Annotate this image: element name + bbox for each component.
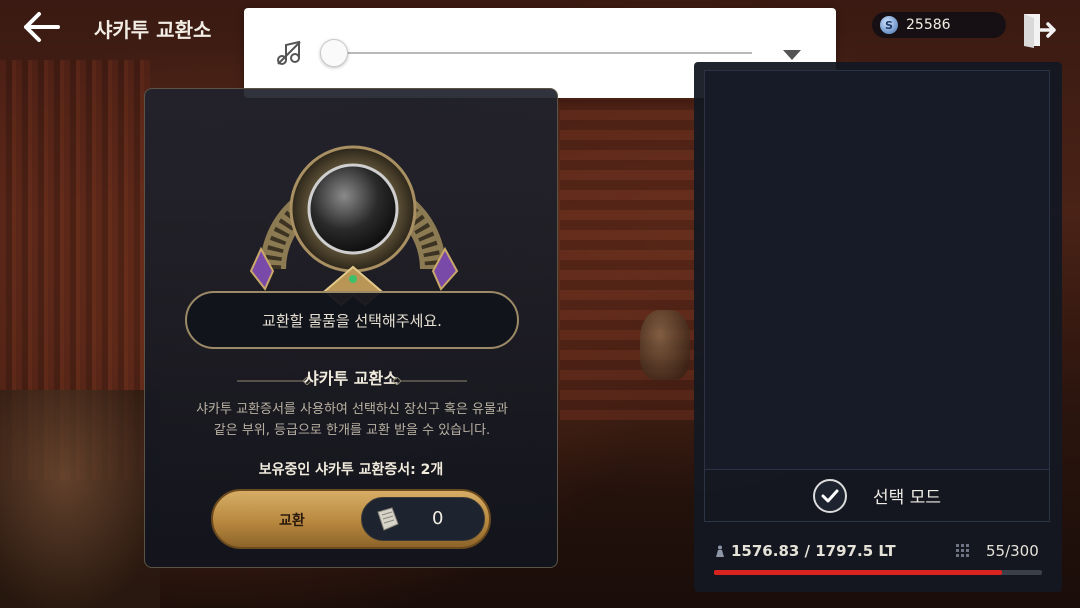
arrow-left-icon [24,12,60,42]
slots-display: 55/300 [956,542,1039,560]
description-line: 같은 부위, 등급으로 한개를 교환 받을 수 있습니다. [213,423,491,438]
exchange-button-label: 교환 [279,513,305,529]
exchange-button[interactable]: 교환 0 [211,489,491,549]
background-pillow [0,390,160,608]
weight-progress-fill [714,570,1002,575]
volume-slider-thumb[interactable] [320,39,348,67]
silver-coin-icon: S [880,16,898,34]
inventory-grid[interactable] [704,70,1050,470]
description-line: 샤카투 교환증서를 사용하여 선택하신 장신구 혹은 유물과 [196,402,508,417]
volume-slider-track[interactable] [334,52,752,54]
scroll-icon [377,507,399,531]
chevron-down-icon [783,50,801,60]
select-item-prompt[interactable]: 교환할 물품을 선택해주세요. [185,291,519,349]
exchange-emblem-icon [249,145,459,307]
background-vase [640,310,690,380]
checkmark-icon [813,478,848,513]
weight-text: 1576.83 / 1797.5 LT [731,542,896,560]
exit-button[interactable] [1018,10,1058,50]
volume-expand-button[interactable] [780,44,804,64]
weight-display: 1576.83 / 1797.5 LT [714,542,896,560]
inventory-panel: 선택 모드 1576.83 / 1797.5 LT 55/300 [694,62,1062,592]
grid-icon [956,544,969,557]
currency-display: S 25586 [872,12,1006,38]
select-mode-button[interactable]: 선택 모드 [704,470,1050,522]
music-off-icon [277,40,301,65]
exchange-panel: 교환할 물품을 선택해주세요. 샤카투 교환소 샤카투 교환증서를 사용하여 선… [144,88,558,568]
weight-progress-bar [714,570,1042,575]
select-mode-label: 선택 모드 [873,488,941,508]
page-title: 샤카투 교환소 [94,18,212,42]
exit-door-icon [1024,14,1056,48]
panel-description: 샤카투 교환증서를 사용하여 선택하신 장신구 혹은 유물과 같은 부위, 등급… [155,399,549,441]
panel-heading: 샤카투 교환소 [304,369,398,388]
weight-icon [716,545,724,557]
currency-value: 25586 [906,17,951,33]
certificate-count: 보유중인 샤카투 교환증서: 2개 [258,462,444,478]
exchange-quantity: 0 [432,508,444,529]
exchange-cost-box: 0 [361,497,485,541]
heading-ornament-right [392,377,467,385]
slots-text: 55/300 [986,542,1039,560]
back-button[interactable] [22,10,62,44]
